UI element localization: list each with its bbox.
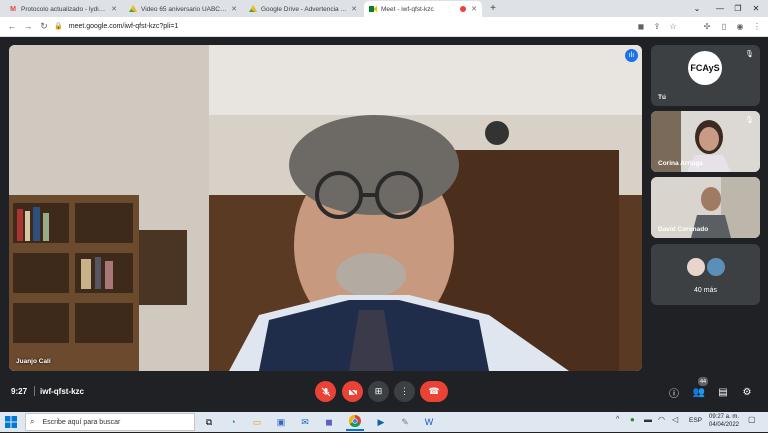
- tab-gmail[interactable]: M Protocolo actualizado - lydia.m ✕: [4, 1, 122, 17]
- reload-icon[interactable]: ↻: [36, 18, 52, 34]
- logo-text: FCAyS: [690, 63, 720, 73]
- more-options-button[interactable]: ⋮: [394, 381, 415, 402]
- share-icon[interactable]: ⇪: [650, 18, 664, 34]
- windows-start-icon[interactable]: [5, 415, 19, 429]
- clock-date: 04/04/2022: [708, 422, 740, 428]
- info-icon[interactable]: ⓘ: [667, 385, 681, 400]
- tab-label: Protocolo actualizado - lydia.m: [21, 5, 108, 13]
- tile-name: Corina Arriaga: [658, 160, 703, 167]
- close-tab-icon[interactable]: ✕: [471, 5, 477, 13]
- menu-icon[interactable]: ⋮: [750, 18, 764, 34]
- mic-off-icon: 🎙: [745, 51, 754, 58]
- star-icon[interactable]: ☆: [666, 18, 680, 34]
- tile-name: Tú: [658, 94, 666, 101]
- clock-time: 09:27 a. m.: [708, 414, 740, 420]
- present-button[interactable]: ⊞: [368, 381, 389, 402]
- chrome-icon[interactable]: [346, 413, 364, 431]
- mic-off-icon: [321, 387, 330, 396]
- tab-drive[interactable]: Google Drive - Advertencia de v ✕: [244, 1, 362, 17]
- camera-in-use-icon[interactable]: ◼: [634, 18, 648, 34]
- tab-video[interactable]: Video 65 aniversario UABC 24 n ✕: [124, 1, 242, 17]
- close-tab-icon[interactable]: ✕: [231, 5, 237, 13]
- store-icon[interactable]: ▣: [272, 413, 290, 431]
- word-icon[interactable]: W: [420, 413, 438, 431]
- edge-icon[interactable]: ◔: [224, 413, 242, 431]
- close-tab-icon[interactable]: ✕: [351, 5, 357, 13]
- drive-icon: [249, 5, 257, 13]
- pen-icon[interactable]: ✎: [396, 413, 414, 431]
- participant-tile-self[interactable]: FCAyS 🎙 Tú: [651, 45, 760, 106]
- wifi-icon[interactable]: ◠: [658, 415, 665, 424]
- profile-icon[interactable]: ◉: [733, 18, 747, 34]
- search-icon: ⌕: [30, 417, 35, 426]
- avatar: [686, 257, 706, 277]
- teams-icon[interactable]: ◼: [320, 413, 338, 431]
- mail-icon[interactable]: ✉: [296, 413, 314, 431]
- notifications-icon[interactable]: ▢: [748, 415, 756, 424]
- close-tab-icon[interactable]: ✕: [111, 5, 117, 13]
- task-view-icon[interactable]: ⧉: [200, 413, 218, 431]
- tab-label: Video 65 aniversario UABC 24 n: [141, 5, 228, 13]
- lock-icon: 🔒: [54, 23, 63, 30]
- search-placeholder: Escribe aquí para buscar: [42, 418, 121, 426]
- chevron-up-icon[interactable]: ^: [616, 416, 619, 423]
- extensions-icon[interactable]: ✣: [700, 18, 714, 34]
- taskbar-search-input[interactable]: ⌕ Escribe aquí para buscar: [25, 413, 195, 431]
- phone-hangup-icon: ☎: [428, 386, 440, 396]
- network-icon[interactable]: ▬: [644, 415, 652, 424]
- input-language[interactable]: ESP: [689, 417, 702, 424]
- drive-icon: [129, 5, 137, 13]
- media-icon[interactable]: ▶: [372, 413, 390, 431]
- more-vert-icon: ⋮: [400, 386, 409, 396]
- new-tab-icon[interactable]: +: [486, 1, 500, 16]
- meet-icon: [369, 5, 377, 13]
- participant-tile-more[interactable]: 40 más: [651, 244, 760, 305]
- meeting-code: iwf-qfst-kzc: [40, 387, 84, 396]
- fcays-logo: FCAyS: [688, 51, 722, 85]
- people-icon[interactable]: 👥: [692, 385, 706, 399]
- close-window-icon[interactable]: ✕: [742, 0, 768, 17]
- camera-off-icon: [347, 386, 358, 397]
- speaking-indicator-icon: ılı: [625, 49, 638, 62]
- recording-dot-icon: [460, 6, 466, 12]
- back-icon[interactable]: ←: [4, 18, 20, 34]
- chat-icon[interactable]: ▤: [716, 385, 730, 399]
- clock[interactable]: 09:27 a. m. 04/04/2022: [706, 413, 742, 429]
- gmail-icon: M: [10, 5, 16, 13]
- tab-label: Google Drive - Advertencia de v: [261, 5, 348, 13]
- forward-icon[interactable]: →: [20, 18, 36, 34]
- main-video[interactable]: ılı Juanjo Calí: [9, 45, 642, 371]
- participants-count-badge: 44: [698, 377, 709, 386]
- divider: [34, 386, 35, 396]
- more-participants-label: 40 más: [694, 287, 717, 294]
- sidebar-icon[interactable]: ▯: [717, 18, 731, 34]
- activities-icon[interactable]: ⚙: [740, 385, 754, 399]
- tile-name: David Coronado: [658, 226, 709, 233]
- mic-off-button[interactable]: [315, 381, 336, 402]
- participant-tile-david[interactable]: David Coronado: [651, 177, 760, 238]
- file-explorer-icon[interactable]: ▭: [248, 413, 266, 431]
- camera-off-button[interactable]: [342, 381, 363, 402]
- tab-meet[interactable]: Meet - iwf-qfst-kzc ✕: [364, 1, 482, 17]
- tab-label: Meet - iwf-qfst-kzc: [381, 5, 434, 13]
- present-icon: ⊞: [374, 386, 383, 396]
- address-bar[interactable]: 🔒 meet.google.com/iwf-qfst-kzc?pli=1: [54, 19, 632, 33]
- avatar: [706, 257, 726, 277]
- mic-off-icon: 🎙: [745, 117, 754, 124]
- tray-app-icon[interactable]: ●: [630, 415, 635, 424]
- url-text: meet.google.com/iwf-qfst-kzc?pli=1: [68, 22, 179, 30]
- speaker-video-image: [9, 45, 642, 371]
- volume-icon[interactable]: ◁: [672, 415, 678, 424]
- main-speaker-name: Juanjo Calí: [16, 358, 51, 365]
- end-call-button[interactable]: ☎: [420, 381, 448, 402]
- participant-tile-corina[interactable]: 🎙 Corina Arriaga: [651, 111, 760, 172]
- meeting-time: 9:27: [11, 387, 28, 396]
